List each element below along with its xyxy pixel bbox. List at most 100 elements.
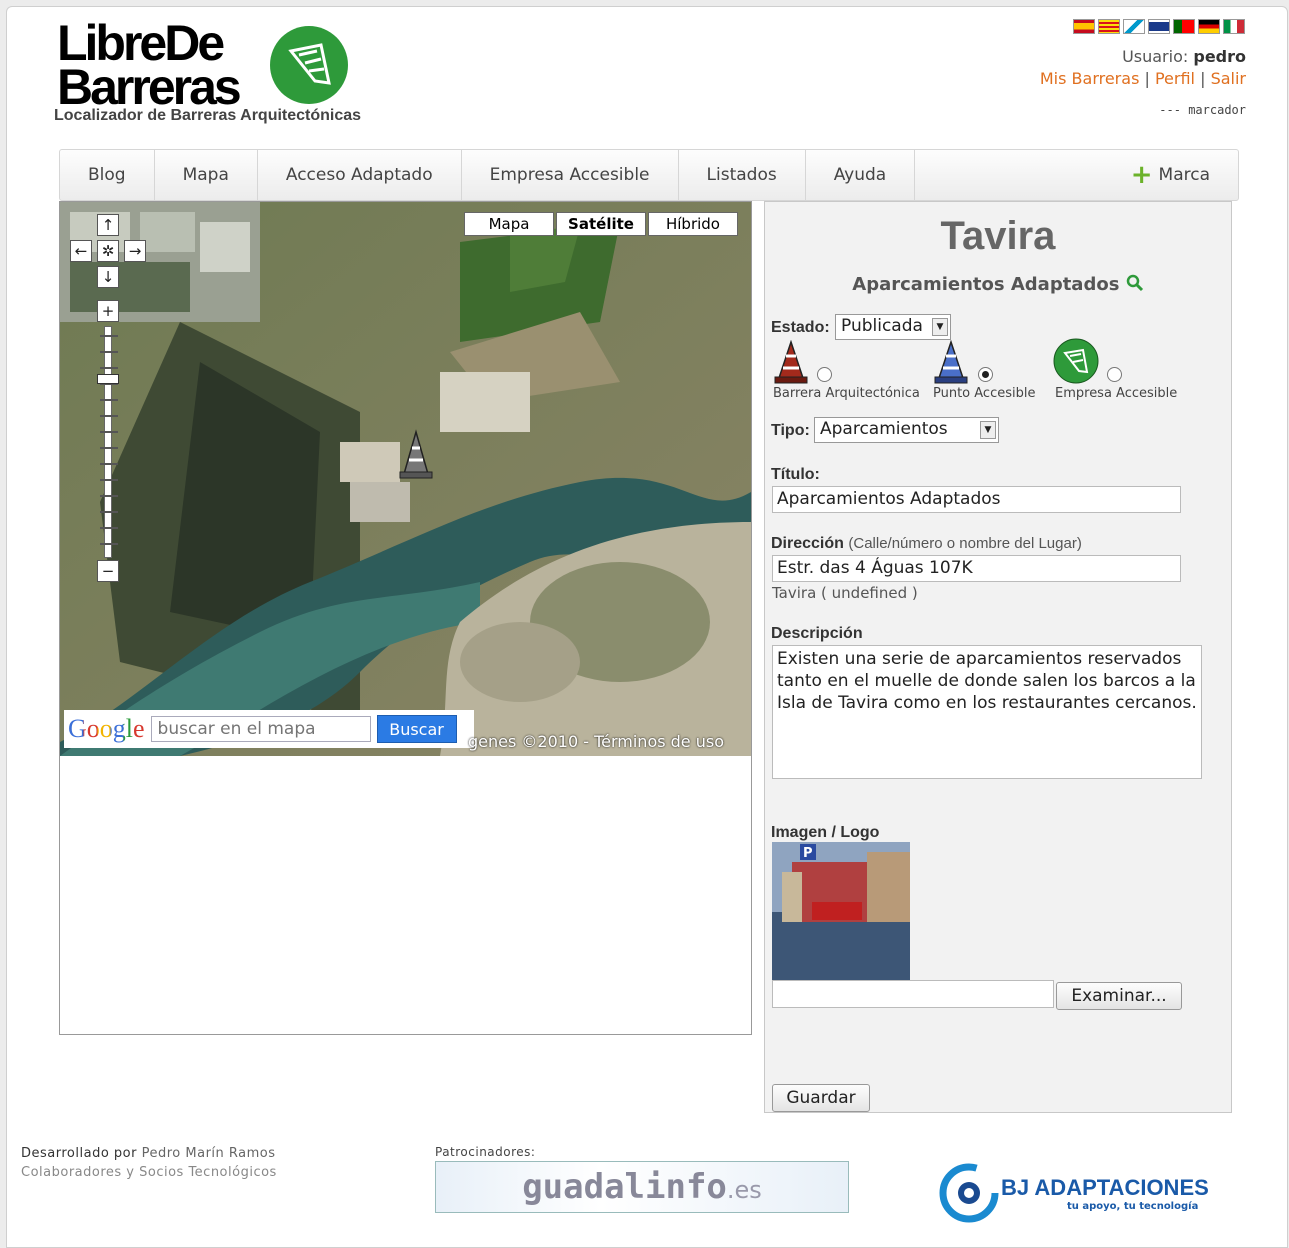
pan-right-icon[interactable]: → [124,240,146,262]
nav-item-empresa-accesible[interactable]: Empresa Accesible [462,150,679,200]
direccion-hint: (Calle/número o nombre del Lugar) [848,535,1082,552]
logo-line2: Barreras [57,59,242,115]
add-mark-label: Marca [1158,165,1210,185]
map-search-bar: Google Buscar [64,710,474,748]
barrier-cone-icon [774,340,808,384]
svg-text:P: P [803,846,813,861]
pan-up-icon[interactable]: ↑ [97,214,119,236]
tipo-value: Aparcamientos [820,419,948,439]
marker-text: --- marcador [1159,103,1246,117]
dev-name-link[interactable]: Pedro Marín Ramos [142,1146,276,1161]
user-name: pedro [1193,47,1246,66]
developer-credit: Desarrollado por Pedro Marín Ramos [21,1146,276,1161]
nav-item-listados[interactable]: Listados [679,150,806,200]
file-path-input[interactable] [772,980,1054,1008]
add-mark-button[interactable]: + Marca [1103,150,1238,200]
direccion-city: Tavira ( undefined ) [772,584,918,602]
zoom-in-icon[interactable]: + [97,300,119,322]
cone-logo-icon[interactable] [269,25,349,105]
user-links: Mis Barreras | Perfil | Salir [1039,69,1246,88]
de-flag[interactable] [1198,19,1220,34]
pt-flag[interactable] [1173,19,1195,34]
main-nav: Blog Mapa Acceso Adaptado Empresa Accesi… [59,149,1239,201]
place-title: Tavira [940,214,1056,258]
maptype-hybrid-button[interactable]: Híbrido [648,212,738,236]
satellite-imagery[interactable] [60,202,751,756]
plus-icon: + [1130,160,1153,190]
direccion-label: Dirección (Calle/número o nombre del Lug… [771,535,1082,553]
it-flag[interactable] [1223,19,1245,34]
map-copyright[interactable]: genes ©2010 - Términos de uso [468,732,724,751]
user-label: Usuario: [1122,47,1189,66]
descripcion-textarea[interactable]: Existen una serie de aparcamientos reser… [772,645,1202,779]
save-button[interactable]: Guardar [772,1084,870,1112]
language-flags [1073,19,1245,34]
estado-select[interactable]: Publicada ▼ [835,314,951,340]
option-barrier-label: Barrera Arquitectónica [773,386,920,401]
bj-logo-slogan: tu apoyo, tu tecnología [1067,1201,1199,1212]
map-search-button[interactable]: Buscar [376,715,457,743]
logout-link[interactable]: Salir [1211,69,1246,88]
option-barrier-radio[interactable] [817,367,832,382]
map-container: Mapa Satélite Híbrido ↑ ← ✲ → ↓ + − Goog… [59,201,752,1035]
option-accessible-radio[interactable] [978,367,993,382]
collaborators-link[interactable]: Colaboradores y Socios Tecnológicos [21,1165,277,1180]
site-tagline: Localizador de Barreras Arquitectónicas [54,107,362,124]
estado-value: Publicada [841,316,923,336]
gl-flag[interactable] [1123,19,1145,34]
place-photo-image: P [772,842,910,980]
map-search-input[interactable] [150,716,371,742]
maptype-satellite-button[interactable]: Satélite [556,212,646,236]
imagen-label: Imagen / Logo [771,824,880,841]
nav-item-ayuda[interactable]: Ayuda [806,150,916,200]
bj-logo-name: BJ ADAPTACIONES [1001,1175,1209,1200]
nav-item-mapa[interactable]: Mapa [155,150,258,200]
nav-item-blog[interactable]: Blog [60,150,155,200]
my-barriers-link[interactable]: Mis Barreras [1040,69,1140,88]
magnifier-icon[interactable] [1126,274,1144,292]
browse-button[interactable]: Examinar... [1056,982,1182,1010]
sponsor-bj-logo[interactable]: BJ ADAPTACIONES tu apoyo, tu tecnología [939,1161,1209,1225]
en-flag[interactable] [1148,19,1170,34]
titulo-input[interactable]: Aparcamientos Adaptados [772,486,1181,513]
place-subtitle-text: Aparcamientos Adaptados [852,274,1120,295]
sponsor-guadalinfo-banner[interactable]: guadalinfo.es [435,1161,849,1213]
ca-flag[interactable] [1098,19,1120,34]
profile-link[interactable]: Perfil [1155,69,1195,88]
dropdown-arrow-icon: ▼ [980,421,996,439]
accessible-cone-icon [934,340,968,384]
place-subtitle: Aparcamientos Adaptados [765,274,1231,295]
descripcion-label: Descripción [771,625,863,642]
titulo-label: Título: [771,466,820,483]
direccion-input[interactable]: Estr. das 4 Águas 107K [772,555,1181,582]
satellite-map[interactable]: Mapa Satélite Híbrido ↑ ← ✲ → ↓ + − Goog… [60,202,751,756]
option-accessible-label: Punto Accesible [933,386,1036,401]
tipo-select[interactable]: Aparcamientos ▼ [814,417,999,443]
zoom-slider-thumb[interactable] [97,374,119,384]
pan-center-icon[interactable]: ✲ [97,240,119,262]
option-business-label: Empresa Accesible [1055,386,1178,401]
dev-prefix: Desarrollado por [21,1146,137,1161]
zoom-out-icon[interactable]: − [97,560,119,582]
user-info: Usuario: pedro [1122,47,1246,66]
nav-item-acceso-adaptado[interactable]: Acceso Adaptado [258,150,462,200]
pan-down-icon[interactable]: ↓ [97,266,119,288]
bj-logo-icon [939,1163,999,1223]
es-flag[interactable] [1073,19,1095,34]
site-logo-wordmark[interactable]: LibreDe Barreras [57,18,277,117]
sponsors-label: Patrocinadores: [435,1145,536,1159]
page: LibreDe Barreras Localizador de Barreras… [6,6,1288,1248]
business-accessible-icon [1053,338,1099,384]
dropdown-arrow-icon: ▼ [932,318,948,336]
maptype-map-button[interactable]: Mapa [464,212,554,236]
direccion-label-text: Dirección [771,535,844,552]
pan-left-icon[interactable]: ← [70,240,92,262]
zoom-slider-track[interactable] [100,326,118,558]
estado-label: Estado: [771,319,830,336]
details-panel: Tavira Aparcamientos Adaptados Estado: P… [764,201,1232,1113]
sponsor-guadalinfo-text: guadalinfo [522,1167,727,1207]
tipo-label: Tipo: [771,422,810,439]
option-business-radio[interactable] [1107,367,1122,382]
google-logo: Google [68,714,145,743]
